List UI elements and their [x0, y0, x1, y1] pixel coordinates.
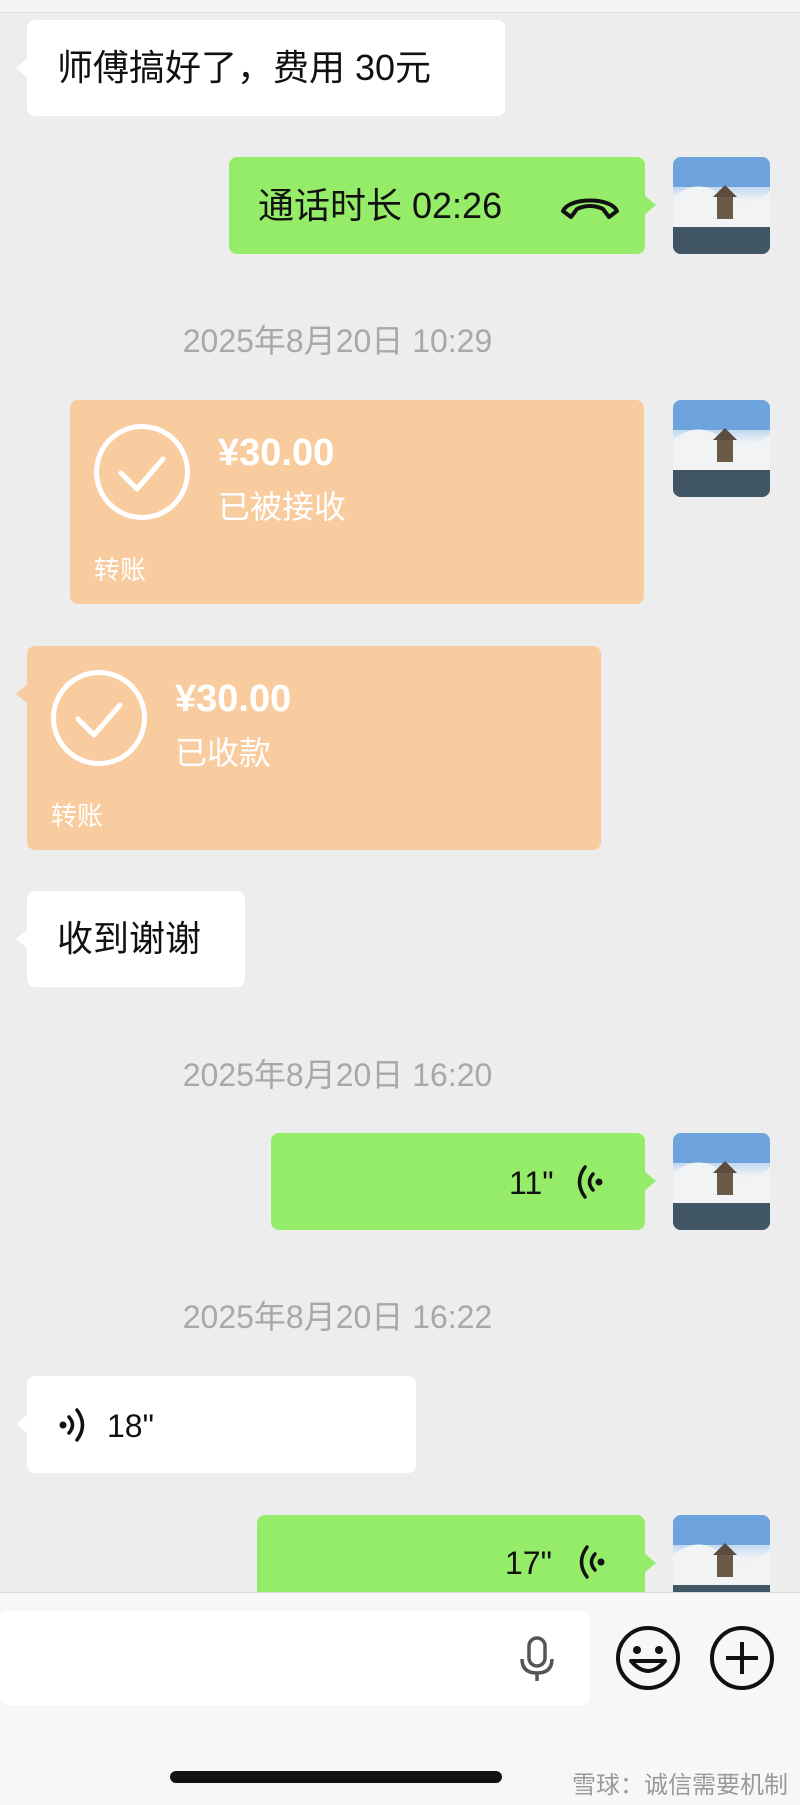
transfer-label: 转账 — [94, 555, 147, 585]
bubble-tail — [16, 684, 28, 704]
call-record-bubble[interactable]: 通话时长 02:26 — [229, 157, 656, 254]
voice-wave-icon — [57, 1406, 91, 1444]
input-bar: 雪球：诚信需要机制 — [0, 1592, 800, 1805]
timestamp: 2025年8月20日 16:20 — [182, 1057, 493, 1093]
timestamp: 2025年8月20日 10:29 — [182, 323, 493, 359]
hangup-phone-icon — [559, 191, 621, 221]
bubble-tail — [644, 1553, 656, 1573]
call-duration-text: 通话时长 02:26 — [258, 185, 503, 226]
transfer-amount: ¥30.00 — [175, 678, 292, 720]
top-edge — [0, 0, 800, 13]
timestamp: 2025年8月20日 16:22 — [182, 1299, 493, 1335]
watermark: 雪球：诚信需要机制 — [572, 1772, 788, 1799]
voice-wave-icon — [573, 1543, 607, 1581]
plus-icon[interactable] — [709, 1625, 775, 1691]
avatar[interactable] — [673, 1133, 770, 1230]
message-bubble-received[interactable]: 师傅搞好了，费用 30元 — [16, 20, 505, 116]
emoji-icon[interactable] — [615, 1625, 681, 1691]
avatar[interactable] — [673, 157, 770, 254]
voice-message-received[interactable]: 18" — [16, 1376, 416, 1473]
bubble-tail — [644, 195, 656, 215]
transfer-status: 已被接收 — [218, 489, 347, 525]
check-circle-icon — [94, 424, 190, 520]
microphone-icon[interactable] — [514, 1635, 560, 1683]
transfer-label: 转账 — [51, 801, 104, 831]
message-text: 师傅搞好了，费用 30元 — [57, 47, 432, 88]
voice-duration: 18" — [107, 1408, 154, 1444]
transfer-status: 已收款 — [175, 735, 272, 771]
bubble-tail — [644, 1171, 656, 1191]
message-input[interactable] — [0, 1611, 590, 1705]
voice-duration: 17" — [505, 1545, 552, 1581]
message-bubble-received[interactable]: 收到谢谢 — [16, 891, 245, 987]
bubble-tail — [16, 929, 28, 949]
voice-wave-icon — [571, 1163, 605, 1201]
message-text: 收到谢谢 — [57, 918, 202, 959]
bubble-tail — [16, 58, 28, 78]
check-circle-icon — [51, 670, 147, 766]
transfer-bubble-received[interactable]: ¥30.00 已收款 转账 — [16, 646, 601, 850]
bubble-tail — [16, 1414, 28, 1434]
voice-duration: 11" — [509, 1165, 554, 1201]
voice-message-sent[interactable]: 11" — [271, 1133, 656, 1230]
transfer-bubble-sent[interactable]: ¥30.00 已被接收 转账 — [70, 400, 644, 604]
transfer-amount: ¥30.00 — [218, 432, 335, 474]
home-indicator[interactable] — [170, 1771, 502, 1783]
avatar[interactable] — [673, 400, 770, 497]
